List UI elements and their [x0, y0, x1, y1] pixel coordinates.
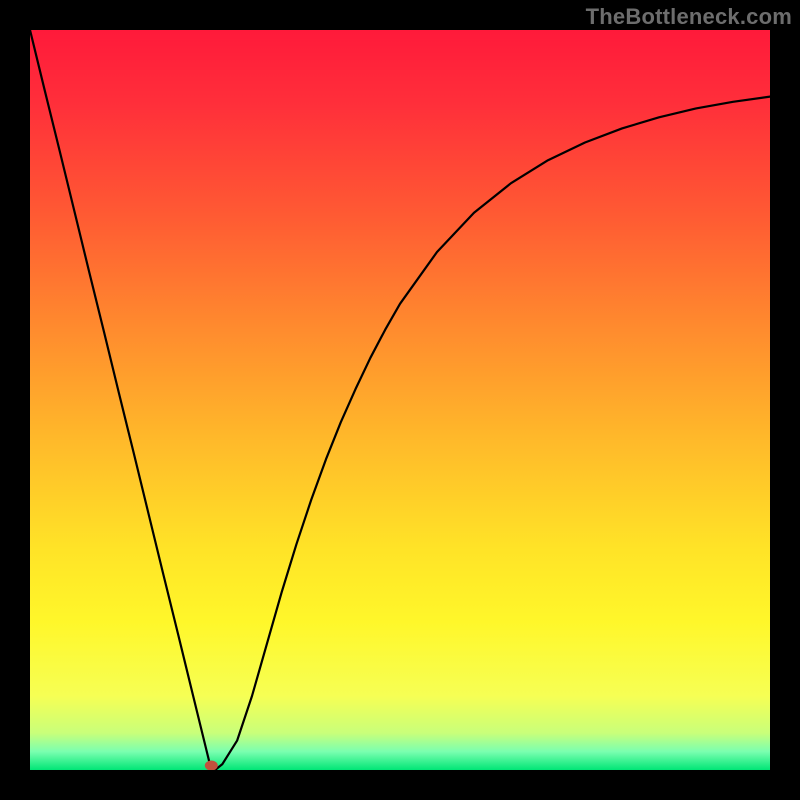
- gradient-background: [30, 30, 770, 770]
- plot-svg: [30, 30, 770, 770]
- plot-area: [30, 30, 770, 770]
- chart-frame: TheBottleneck.com: [0, 0, 800, 800]
- watermark-text: TheBottleneck.com: [586, 4, 792, 30]
